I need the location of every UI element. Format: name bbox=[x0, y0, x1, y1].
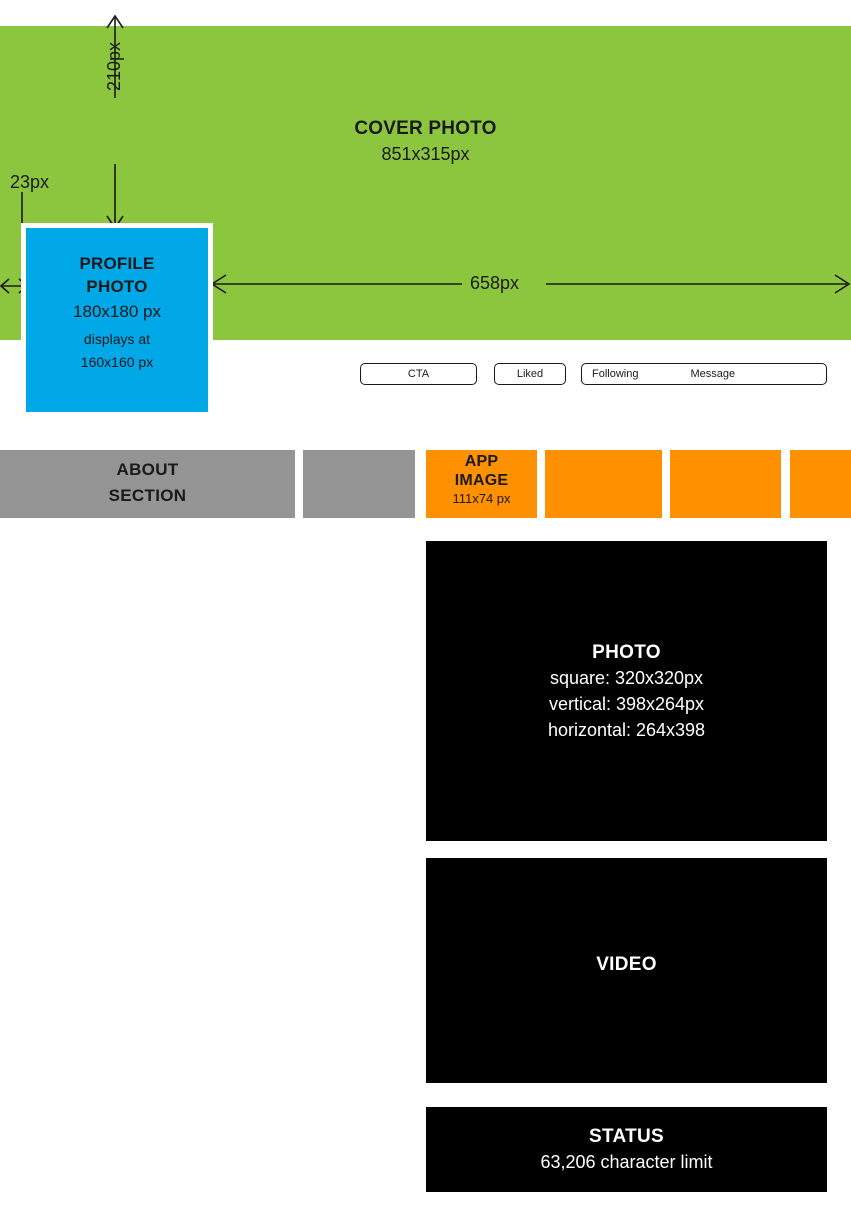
photo-size-horizontal: horizontal: 264x398 bbox=[547, 720, 706, 740]
photo-title: PHOTO bbox=[592, 642, 661, 663]
video-block: VIDEO bbox=[426, 858, 827, 1083]
photo-size-vertical: vertical: 398x264px bbox=[548, 694, 705, 714]
liked-button[interactable]: Liked bbox=[494, 363, 566, 385]
following-message-button-group[interactable]: Following Message bbox=[581, 363, 827, 385]
dimension-23px-label: 23px bbox=[10, 172, 50, 192]
liked-button-label: Liked bbox=[516, 368, 544, 380]
app-image-block-3 bbox=[670, 450, 781, 518]
following-button-label[interactable]: Following bbox=[592, 368, 638, 380]
profile-photo-label-group: PROFILE PHOTO 180x180 px displays at 160… bbox=[26, 252, 208, 372]
app-image-block-2 bbox=[545, 450, 662, 518]
profile-photo-title-line1: PROFILE bbox=[79, 254, 155, 273]
profile-photo-note-line2: 160x160 px bbox=[80, 354, 154, 370]
about-section-label-group: ABOUT SECTION bbox=[0, 457, 295, 509]
status-title: STATUS bbox=[589, 1126, 664, 1147]
app-image-title-line1: APP bbox=[464, 453, 499, 470]
app-image-title-line2: IMAGE bbox=[454, 472, 509, 489]
cta-button[interactable]: CTA bbox=[360, 363, 477, 385]
status-character-limit: 63,206 character limit bbox=[540, 1152, 713, 1172]
dimension-210px-label: 210px bbox=[104, 41, 124, 91]
about-section-title-line1: ABOUT bbox=[116, 460, 179, 479]
video-title: VIDEO bbox=[596, 954, 657, 975]
profile-photo-title-line2: PHOTO bbox=[86, 277, 148, 296]
photo-size-square: square: 320x320px bbox=[549, 668, 704, 688]
video-label-group: VIDEO bbox=[426, 953, 827, 977]
profile-photo-size: 180x180 px bbox=[73, 302, 161, 321]
cta-button-label: CTA bbox=[407, 368, 430, 380]
app-image-block-4 bbox=[790, 450, 851, 518]
app-image-size: 111x74 px bbox=[452, 491, 511, 506]
about-secondary-block bbox=[303, 450, 415, 518]
photo-label-group: PHOTO square: 320x320px vertical: 398x26… bbox=[426, 641, 827, 743]
profile-photo-note-line1: displays at bbox=[83, 331, 151, 347]
status-label-group: STATUS 63,206 character limit bbox=[426, 1125, 827, 1175]
dimension-210px-label-backdrop bbox=[106, 98, 125, 164]
dimension-658px-label: 658px bbox=[470, 273, 520, 293]
photo-block: PHOTO square: 320x320px vertical: 398x26… bbox=[426, 541, 827, 841]
message-button-label[interactable]: Message bbox=[690, 368, 735, 380]
app-image-label-group: APP IMAGE 111x74 px bbox=[426, 452, 537, 508]
status-block: STATUS 63,206 character limit bbox=[426, 1107, 827, 1192]
about-section-title-line2: SECTION bbox=[108, 486, 187, 505]
